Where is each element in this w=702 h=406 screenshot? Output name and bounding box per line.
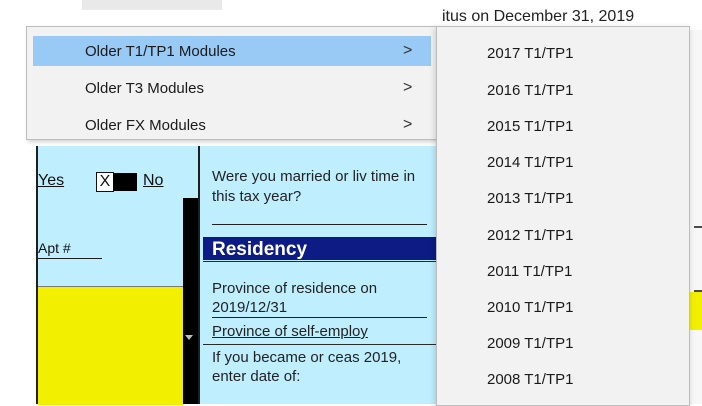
apt-input-underline[interactable] xyxy=(38,258,102,259)
submenu-item-2015[interactable]: 2015 T1/TP1 xyxy=(487,118,573,135)
yes-checkbox[interactable]: X xyxy=(96,172,114,192)
t1-tp1-submenu: 2017 T1/TP1 2016 T1/TP1 2015 T1/TP1 2014… xyxy=(436,26,690,406)
yellow-input-area[interactable] xyxy=(38,286,184,405)
residency-title: Residency xyxy=(212,239,308,260)
self-employment-divider xyxy=(203,344,438,345)
submenu-item-2017[interactable]: 2017 T1/TP1 xyxy=(487,45,573,62)
menu-item-label: Older T1/TP1 Modules xyxy=(85,43,236,60)
context-menu: Older T1/TP1 Modules > Older T3 Modules … xyxy=(26,26,438,140)
right-edge-yellow xyxy=(688,292,702,330)
question-divider xyxy=(212,224,427,225)
right-edge-line xyxy=(694,290,702,292)
chevron-right-icon: > xyxy=(403,79,413,96)
province-self-employment[interactable]: Province of self-employ xyxy=(212,323,427,340)
right-edge-strip xyxy=(688,30,702,404)
menu-item-older-t3[interactable]: Older T3 Modules > xyxy=(33,73,431,103)
menu-item-label: Older FX Modules xyxy=(85,117,206,134)
submenu-item-2008[interactable]: 2008 T1/TP1 xyxy=(487,371,573,388)
residency-divider xyxy=(203,261,438,262)
submenu-item-2011[interactable]: 2011 T1/TP1 xyxy=(487,263,572,280)
no-checkbox-filled[interactable] xyxy=(113,173,137,191)
submenu-item-2014[interactable]: 2014 T1/TP1 xyxy=(487,154,573,171)
no-option[interactable]: No xyxy=(143,172,163,190)
submenu-item-2010[interactable]: 2010 T1/TP1 xyxy=(487,299,573,316)
scroll-divider xyxy=(183,198,198,404)
menu-item-label: Older T3 Modules xyxy=(85,80,204,97)
scroll-arrow-icon[interactable] xyxy=(185,335,193,340)
right-edge-line xyxy=(694,226,702,228)
submenu-item-2013[interactable]: 2013 T1/TP1 xyxy=(487,190,573,207)
submenu-item-2012[interactable]: 2012 T1/TP1 xyxy=(487,227,573,244)
province-of-residence: Province of residence on 2019/12/31 xyxy=(212,280,378,316)
menu-item-older-t1-tp1[interactable]: Older T1/TP1 Modules > xyxy=(33,36,431,66)
yes-option[interactable]: Yes xyxy=(38,172,64,190)
became-or-ceased-text: If you became or ceas 2019, enter date o… xyxy=(212,349,402,385)
marriage-question: Were you married or liv time in this tax… xyxy=(212,168,416,205)
submenu-item-2009[interactable]: 2009 T1/TP1 xyxy=(487,335,573,352)
menu-top-partial-item[interactable] xyxy=(82,0,222,10)
chevron-right-icon: > xyxy=(403,116,413,133)
chevron-right-icon: > xyxy=(403,42,413,59)
marital-status-header: itus on December 31, 2019 xyxy=(442,8,635,25)
menu-item-older-fx[interactable]: Older FX Modules > xyxy=(33,110,431,140)
submenu-item-2016[interactable]: 2016 T1/TP1 xyxy=(487,82,573,99)
apt-label: Apt # xyxy=(38,240,71,256)
province-of-residence-divider xyxy=(212,317,427,318)
